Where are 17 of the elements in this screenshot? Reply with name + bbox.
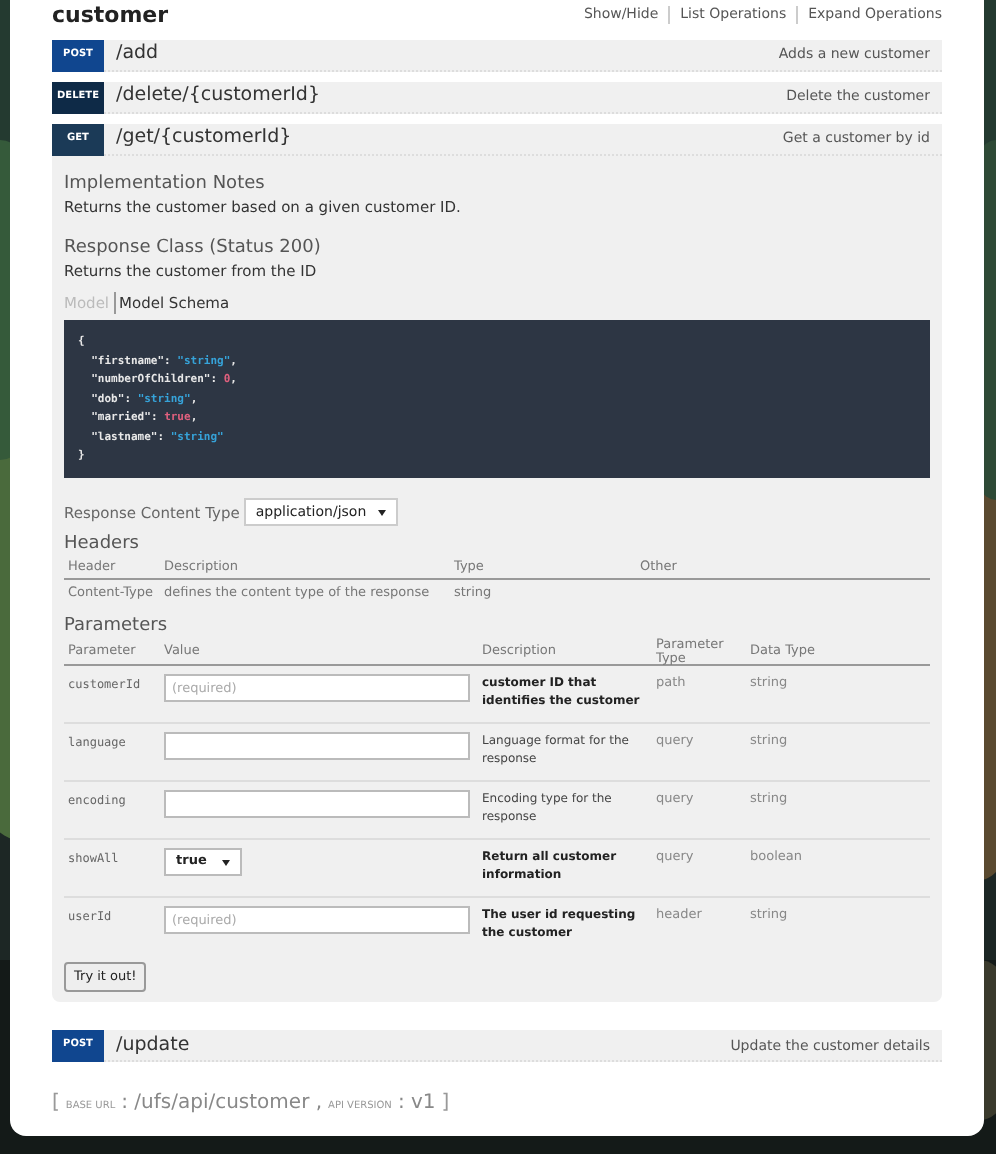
operation-path[interactable]: /update <box>116 1031 190 1060</box>
base-url-value: : /ufs/api/customer , <box>121 1090 323 1119</box>
section-heading: Parameters <box>64 614 170 639</box>
api-version-value: : v1 <box>397 1090 436 1119</box>
caret-icon <box>378 509 387 516</box>
section-heading: Implementation Notes <box>64 172 267 196</box>
caret-icon <box>222 859 231 866</box>
operation-path[interactable]: /delete/{customerId} <box>116 82 320 112</box>
operation-path[interactable]: /add <box>116 40 159 70</box>
input-field[interactable] <box>164 732 470 761</box>
section-heading: Headers <box>64 532 141 557</box>
bracket: ] <box>441 1090 450 1119</box>
section-heading: Response Class (Status 200) <box>64 236 323 260</box>
input-field[interactable] <box>164 790 470 819</box>
operation-path[interactable]: /get/{customerId} <box>116 124 292 154</box>
bracket: [ <box>52 1090 60 1119</box>
resource-title: customer <box>52 3 169 27</box>
